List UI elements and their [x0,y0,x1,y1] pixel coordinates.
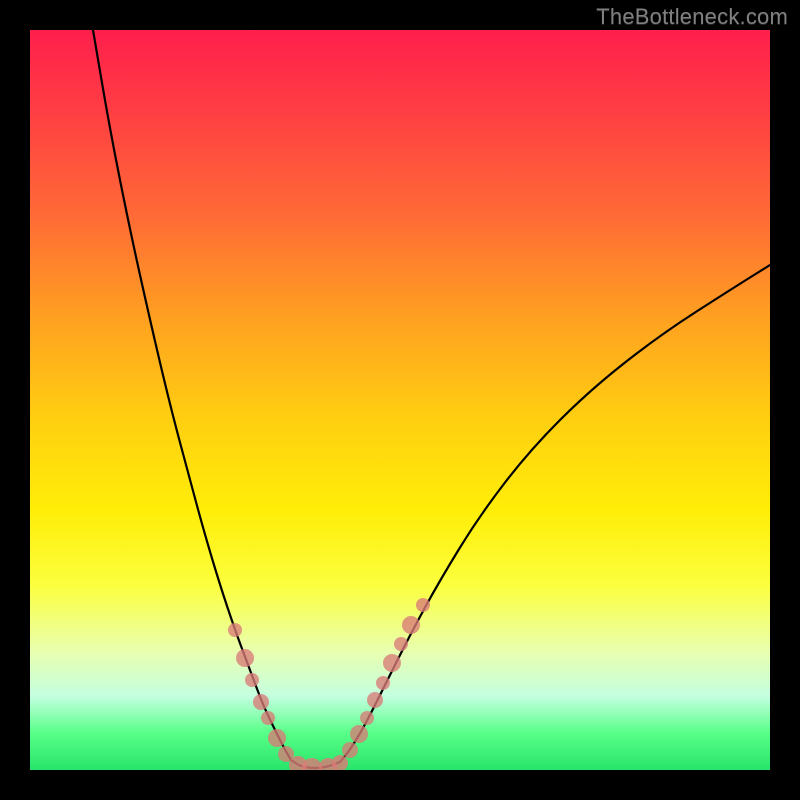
chart-svg [30,30,770,770]
data-marker [350,725,368,743]
marker-cluster-left [228,623,294,762]
data-marker [236,649,254,667]
data-marker [261,711,275,725]
data-marker [253,694,269,710]
data-marker [360,711,374,725]
data-marker [342,742,358,758]
watermark-text: TheBottleneck.com [596,4,788,30]
data-marker [394,637,408,651]
data-marker [332,755,348,770]
data-marker [367,692,383,708]
data-marker [383,654,401,672]
data-marker [268,729,286,747]
marker-cluster-trough [289,755,348,770]
data-marker [228,623,242,637]
data-marker [416,598,430,612]
curve-right-branch [340,265,770,762]
data-marker [402,616,420,634]
marker-cluster-right [342,598,430,758]
chart-plot-area [30,30,770,770]
data-marker [376,676,390,690]
data-marker [245,673,259,687]
curve-left-branch [93,30,291,760]
